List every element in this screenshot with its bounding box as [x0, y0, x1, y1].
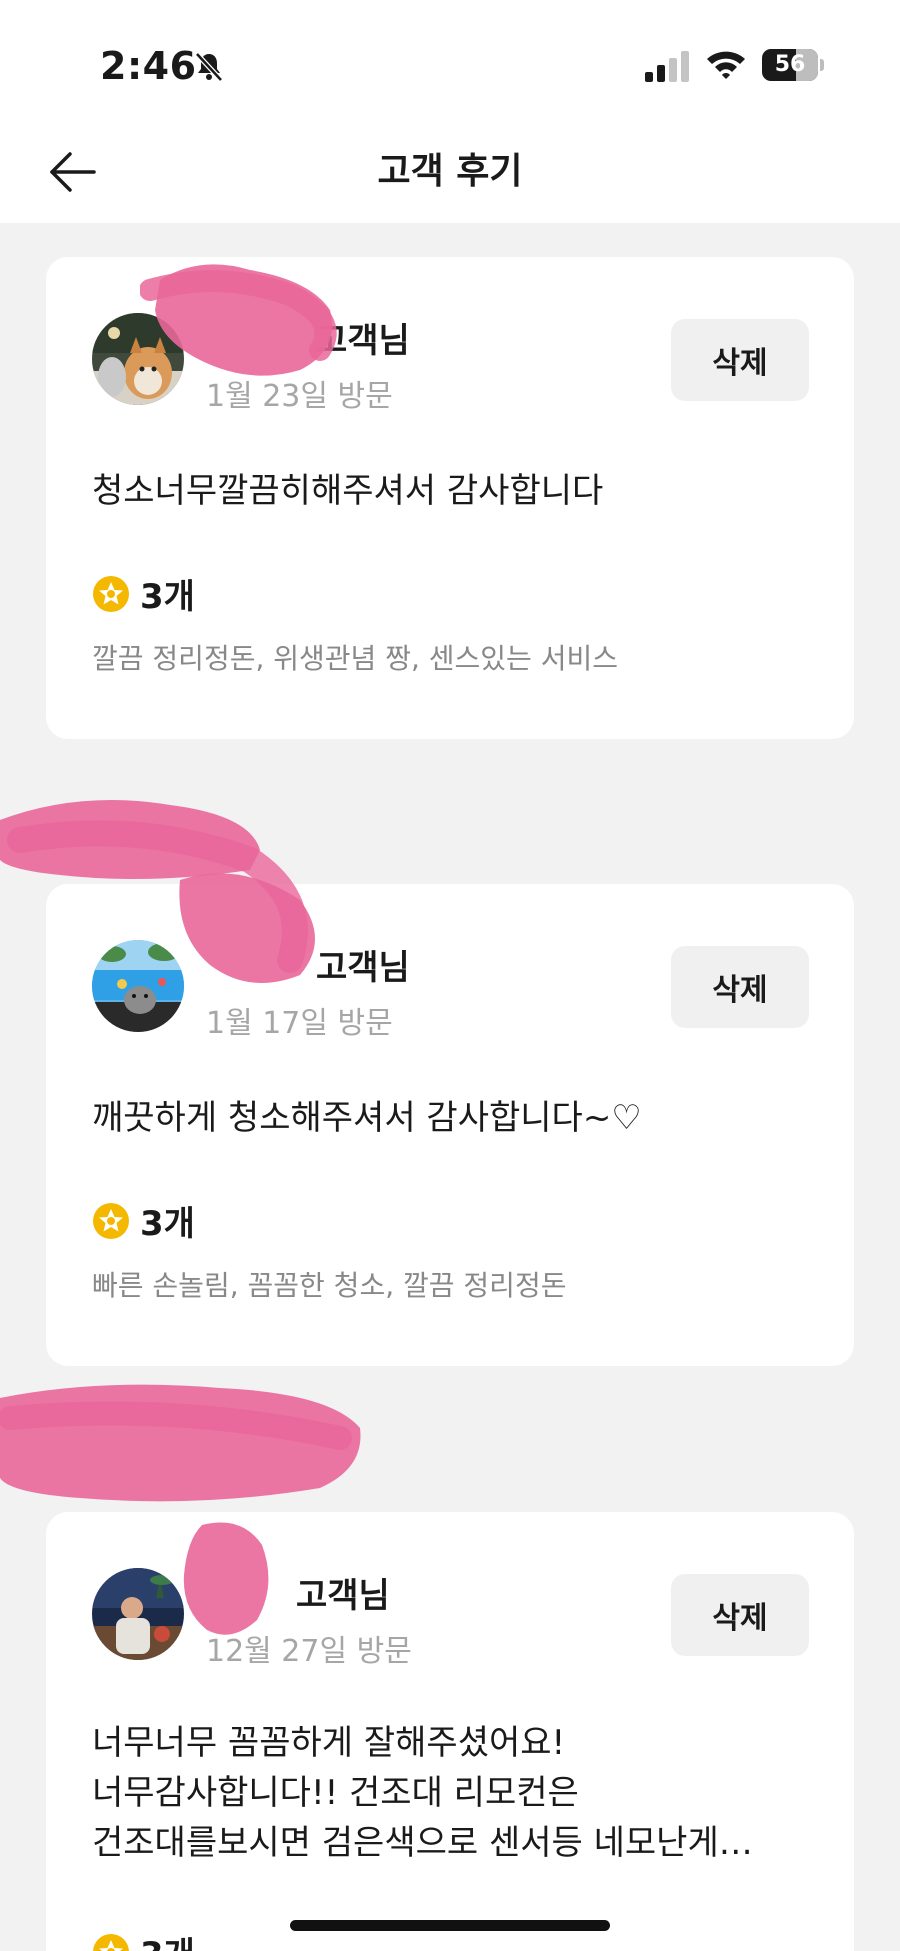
star-badge-icon [93, 1202, 129, 1239]
customer-name: 고객님 [296, 1576, 390, 1616]
delete-button[interactable]: 삭제 [671, 946, 809, 1028]
review-text-line: 건조대를보시면 검은색으로 센서등 네모난게… [92, 1823, 753, 1863]
review-tags: 빠른 손놀림, 꼼꼼한 청소, 깔끔 정리정돈 [92, 1269, 567, 1302]
avatar [92, 940, 184, 1032]
customer-name: 고객님 [316, 321, 410, 361]
star-badge-icon [93, 1933, 129, 1951]
status-time: 2:46 [100, 44, 197, 88]
rating-count: 3개 [140, 577, 195, 617]
review-text: 청소너무깔끔히해주셔서 감사합니다 [92, 471, 604, 511]
page-title: 고객 후기 [377, 151, 523, 192]
bell-slash-icon [195, 52, 223, 82]
delete-button[interactable]: 삭제 [671, 1574, 809, 1656]
review-text-line: 너무감사합니다!! 건조대 리모컨은 [92, 1773, 579, 1813]
rating-count: 3개 [140, 1204, 195, 1244]
battery-cap [820, 59, 824, 71]
battery-icon: 56 [762, 49, 818, 81]
status-bar: 2:46 56 [0, 0, 900, 130]
avatar [92, 1568, 184, 1660]
visit-date: 1월 23일 방문 [206, 379, 393, 414]
home-indicator [290, 1920, 610, 1931]
delete-button[interactable]: 삭제 [671, 319, 809, 401]
rating-row: 3개 [92, 569, 195, 618]
star-badge-icon [93, 575, 129, 612]
review-text-line: 너무너무 꼼꼼하게 잘해주셨어요! [92, 1723, 566, 1763]
review-card: 고객님 1월 17일 방문 삭제 깨끗하게 청소해주셔서 감사합니다~♡ 3개 … [46, 884, 854, 1366]
review-text: 너무너무 꼼꼼하게 잘해주셨어요! 너무감사합니다!! 건조대 리모컨은 건조대… [92, 1718, 812, 1868]
rating-row: 3개 [92, 1927, 195, 1951]
redaction-scribble [0, 1384, 361, 1502]
visit-date: 1월 17일 방문 [206, 1006, 393, 1041]
review-tags: 깔끔 정리정돈, 위생관념 짱, 센스있는 서비스 [92, 642, 618, 675]
rating-row: 3개 [92, 1196, 195, 1245]
review-text: 깨끗하게 청소해주셔서 감사합니다~♡ [92, 1098, 642, 1138]
review-card: 고객님 12월 27일 방문 삭제 너무너무 꼼꼼하게 잘해주셨어요! 너무감사… [46, 1512, 854, 1951]
review-card: 고객님 1월 23일 방문 삭제 청소너무깔끔히해주셔서 감사합니다 3개 깔끔… [46, 257, 854, 739]
wifi-icon [707, 51, 745, 79]
top-area: 2:46 56 고객 후기 [0, 0, 900, 223]
cellular-signal-icon [645, 51, 689, 82]
visit-date: 12월 27일 방문 [206, 1634, 412, 1669]
avatar [92, 313, 184, 405]
rating-count: 3개 [140, 1927, 195, 1951]
customer-name: 고객님 [316, 948, 410, 988]
battery-level: 56 [774, 52, 806, 77]
